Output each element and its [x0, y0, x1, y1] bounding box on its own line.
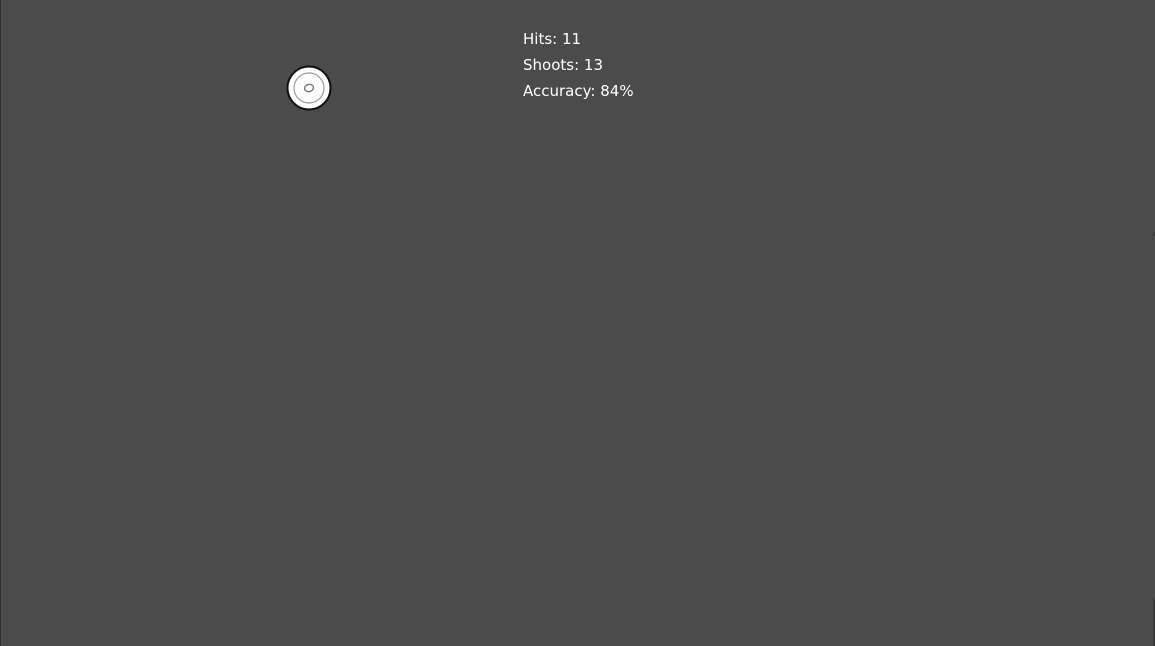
- hits-value: 11: [561, 30, 582, 48]
- shoots-counter: Shoots: 13: [523, 52, 634, 78]
- hits-counter: Hits: 11: [523, 26, 634, 52]
- accuracy-value: 84%: [600, 82, 634, 100]
- game-area[interactable]: Hits: 11 Shoots: 13 Accuracy: 84%: [0, 0, 1155, 646]
- shoots-value: 13: [583, 56, 604, 74]
- accuracy-label: Accuracy:: [523, 82, 596, 100]
- target-icon[interactable]: [286, 65, 332, 111]
- hits-label: Hits:: [523, 30, 558, 48]
- accuracy-counter: Accuracy: 84%: [523, 78, 634, 104]
- shoots-label: Shoots:: [523, 56, 580, 74]
- hud: Hits: 11 Shoots: 13 Accuracy: 84%: [523, 26, 634, 104]
